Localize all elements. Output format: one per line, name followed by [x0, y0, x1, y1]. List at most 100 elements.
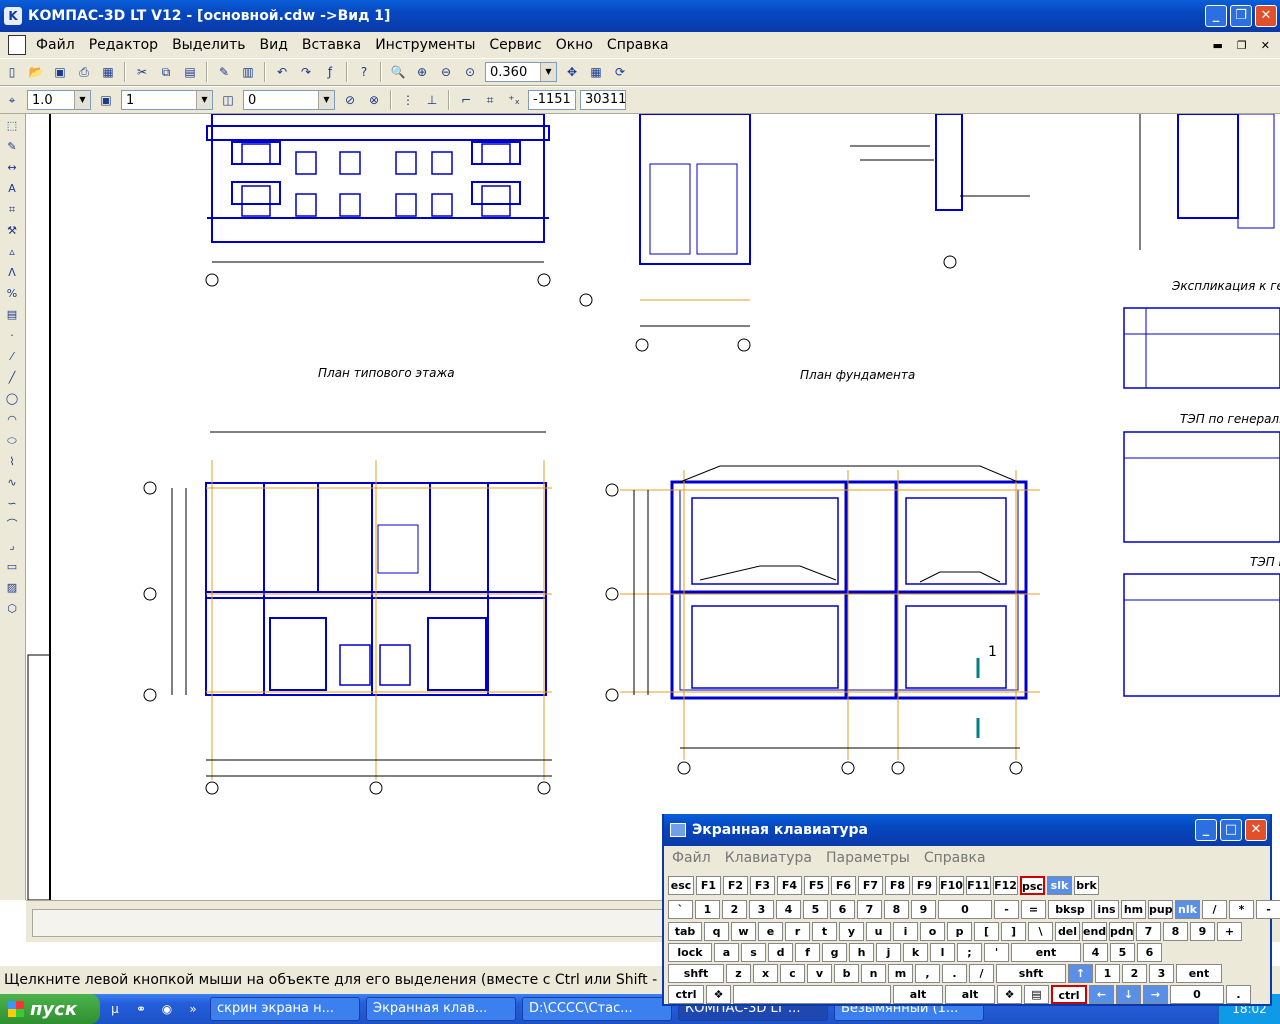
osk-key[interactable]: w: [731, 922, 756, 941]
zoom-in-icon[interactable]: ⊕: [412, 62, 432, 82]
osk-key[interactable]: 6: [830, 900, 855, 919]
zoom-out-icon[interactable]: ⊖: [436, 62, 456, 82]
osk-close-button[interactable]: ✕: [1245, 819, 1267, 841]
osk-key[interactable]: t: [812, 922, 837, 941]
osk-key[interactable]: /: [969, 964, 994, 983]
osk-key[interactable]: F10: [939, 876, 964, 895]
quicklaunch-more-icon[interactable]: »: [182, 999, 204, 1019]
undo-icon[interactable]: ↶: [272, 62, 292, 82]
osk-key[interactable]: ,: [915, 964, 940, 983]
osk-key[interactable]: ;: [957, 943, 982, 962]
osk-key[interactable]: *: [1229, 900, 1254, 919]
magnet-icon[interactable]: ⊗: [364, 90, 384, 110]
osk-key[interactable]: m: [888, 964, 913, 983]
fillet-icon[interactable]: ⌒: [2, 516, 22, 534]
osk-key[interactable]: ctrl: [1051, 985, 1087, 1004]
osk-key[interactable]: F6: [831, 876, 856, 895]
osk-key[interactable]: v: [807, 964, 832, 983]
osk-key[interactable]: ▤: [1024, 985, 1049, 1004]
task-chrome[interactable]: скрин экрана н...: [210, 997, 360, 1021]
zoom-scale-icon[interactable]: ⊙: [460, 62, 480, 82]
osk-key[interactable]: F9: [912, 876, 937, 895]
state-combo[interactable]: 0 ▼: [243, 90, 335, 110]
task-osk[interactable]: Экранная клав...: [366, 997, 516, 1021]
menu-view[interactable]: Вид: [259, 37, 287, 53]
osk-key[interactable]: pup: [1148, 900, 1173, 919]
osk-key[interactable]: ]: [1001, 922, 1026, 941]
osk-key[interactable]: ins: [1094, 900, 1119, 919]
osk-key[interactable]: ctrl: [668, 985, 704, 1004]
osk-key[interactable]: z: [726, 964, 751, 983]
hatch-icon[interactable]: ▨: [2, 579, 22, 597]
segment-icon[interactable]: ╱: [2, 369, 22, 387]
osk-key[interactable]: n: [861, 964, 886, 983]
local-cs-icon[interactable]: ⌐: [456, 90, 476, 110]
osk-key[interactable]: 0: [938, 900, 992, 919]
manager-icon[interactable]: ▦: [98, 62, 118, 82]
osk-key[interactable]: shft: [668, 964, 724, 983]
osk-maximize-button[interactable]: □: [1220, 819, 1242, 841]
osk-key[interactable]: ↑: [1068, 964, 1093, 983]
osk-key[interactable]: ent: [1011, 943, 1081, 962]
osk-key[interactable]: .: [942, 964, 967, 983]
osk-key[interactable]: ←: [1089, 985, 1114, 1004]
osk-key[interactable]: p: [947, 922, 972, 941]
zoom-combo[interactable]: 0.360 ▼: [485, 62, 557, 82]
osk-key[interactable]: [: [974, 922, 999, 941]
osk-key[interactable]: 5: [1110, 943, 1135, 962]
torrent-icon[interactable]: µ: [104, 999, 126, 1019]
browser-icon[interactable]: ◉: [156, 999, 178, 1019]
rectangle-icon[interactable]: ▭: [2, 558, 22, 576]
chamfer-icon[interactable]: ⌟: [2, 537, 22, 555]
osk-key[interactable]: a: [714, 943, 739, 962]
spline-icon[interactable]: ∿: [2, 474, 22, 492]
osk-key[interactable]: F1: [696, 876, 721, 895]
fragment-icon[interactable]: %: [2, 285, 22, 303]
osk-key[interactable]: b: [834, 964, 859, 983]
parametrization-icon[interactable]: ⚒: [2, 222, 22, 240]
osk-key[interactable]: -: [1256, 900, 1280, 919]
osk-minimize-button[interactable]: _: [1195, 819, 1217, 841]
osk-key[interactable]: 9: [1190, 922, 1215, 941]
osk-key[interactable]: esc: [668, 876, 694, 895]
osk-key[interactable]: y: [839, 922, 864, 941]
drawing-canvas[interactable]: План типового этажа План фундамента Эксп…: [26, 114, 1280, 900]
osk-key[interactable]: 4: [776, 900, 801, 919]
osk-key[interactable]: ❖: [706, 985, 731, 1004]
osk-key[interactable]: pdn: [1109, 922, 1134, 941]
osk-key[interactable]: d: [768, 943, 793, 962]
coord-x-field[interactable]: -1151: [528, 90, 576, 110]
paste-icon[interactable]: ▤: [180, 62, 200, 82]
osk-key[interactable]: o: [920, 922, 945, 941]
new-document-icon[interactable]: ▯: [2, 62, 22, 82]
osk-key[interactable]: F12: [993, 876, 1018, 895]
osk-key[interactable]: q: [704, 922, 729, 941]
properties-icon[interactable]: ✎: [214, 62, 234, 82]
maximize-button[interactable]: ❐: [1230, 5, 1252, 27]
osk-key[interactable]: 7: [857, 900, 882, 919]
osk-key[interactable]: del: [1055, 922, 1080, 941]
osk-menu-help[interactable]: Справка: [924, 850, 986, 866]
network-icon[interactable]: ⚭: [130, 999, 152, 1019]
osk-key[interactable]: 4: [1083, 943, 1108, 962]
chevron-down-icon[interactable]: ▼: [74, 91, 90, 109]
osk-key[interactable]: 5: [803, 900, 828, 919]
circle-icon[interactable]: ◯: [2, 390, 22, 408]
osk-key[interactable]: brk: [1074, 876, 1099, 895]
show-all-icon[interactable]: ▦: [586, 62, 606, 82]
osk-key[interactable]: ❖: [997, 985, 1022, 1004]
osk-key[interactable]: 1: [1095, 964, 1120, 983]
osk-key[interactable]: 0: [1170, 985, 1224, 1004]
menu-help[interactable]: Справка: [607, 37, 669, 53]
osk-key[interactable]: psc: [1020, 876, 1045, 895]
library-icon[interactable]: ▥: [238, 62, 258, 82]
osk-key[interactable]: h: [849, 943, 874, 962]
osk-menu-params[interactable]: Параметры: [826, 850, 910, 866]
osk-key[interactable]: k: [903, 943, 928, 962]
osk-key[interactable]: i: [893, 922, 918, 941]
chevron-down-icon[interactable]: ▼: [318, 91, 334, 109]
round-icon[interactable]: ⌗: [480, 90, 500, 110]
notation-icon[interactable]: A: [2, 180, 22, 198]
osk-key[interactable]: /: [1202, 900, 1227, 919]
measure-icon[interactable]: ▵: [2, 243, 22, 261]
